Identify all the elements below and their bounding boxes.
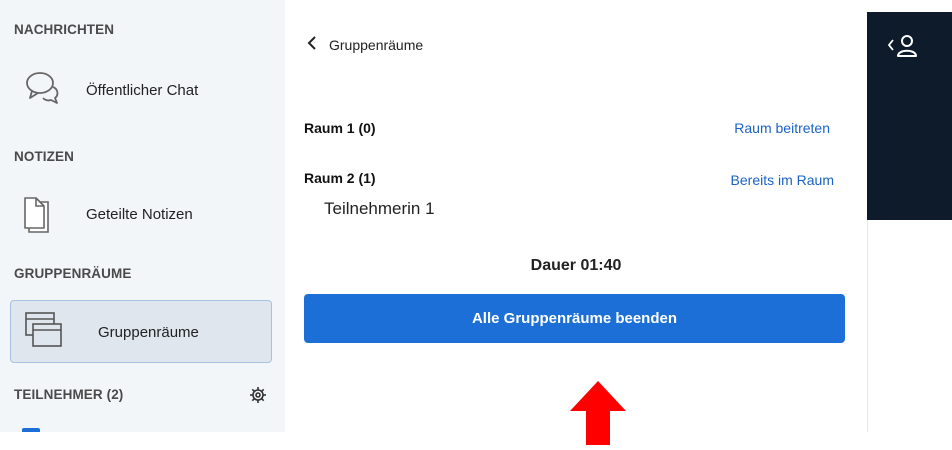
sidebar-item-public-chat[interactable]: Öffentlicher Chat (10, 62, 272, 118)
breakout-rooms-label: Gruppenräume (98, 324, 199, 341)
end-all-breakout-rooms-button[interactable]: Alle Gruppenräume beenden (304, 294, 845, 343)
breakout-panel: Gruppenräume Raum 1 (0) Raum beitreten R… (285, 0, 867, 432)
right-content-area (867, 220, 952, 432)
section-title-notes: NOTIZEN (14, 149, 74, 164)
annotation-arrow-icon (570, 381, 626, 450)
chat-bubbles-icon (24, 67, 64, 112)
shared-notes-label: Geteilte Notizen (86, 206, 193, 223)
section-title-participants: TEILNEHMER (2) (14, 387, 124, 402)
public-chat-label: Öffentlicher Chat (86, 82, 199, 99)
document-icon (22, 192, 54, 241)
breakout-duration: Dauer 01:40 (530, 257, 622, 274)
sidebar-item-shared-notes[interactable]: Geteilte Notizen (10, 188, 272, 244)
room-2-status-link[interactable]: Bereits im Raum (731, 172, 834, 188)
gear-icon[interactable] (249, 386, 267, 409)
join-room-1-link[interactable]: Raum beitreten (734, 120, 830, 136)
chevron-left-icon (307, 36, 317, 53)
user-icon[interactable] (887, 34, 921, 63)
room-2-name: Raum 2 (1) (304, 170, 376, 186)
sidebar-item-breakout-rooms[interactable]: Gruppenräume (10, 300, 272, 363)
section-title-messages: NACHRICHTEN (14, 22, 115, 37)
back-button[interactable]: Gruppenräume (307, 36, 423, 53)
room-1-name: Raum 1 (0) (304, 120, 376, 136)
windows-icon (24, 311, 64, 356)
back-label: Gruppenräume (329, 36, 424, 53)
user-toggle-bar (867, 12, 952, 220)
section-title-breakout: GRUPPENRÄUME (14, 266, 132, 281)
room-2-participant: Teilnehmerin 1 (324, 199, 435, 218)
participant-list-peek (22, 428, 40, 432)
sidebar: NACHRICHTEN Öffentlicher Chat NOTIZEN Ge… (0, 0, 285, 432)
